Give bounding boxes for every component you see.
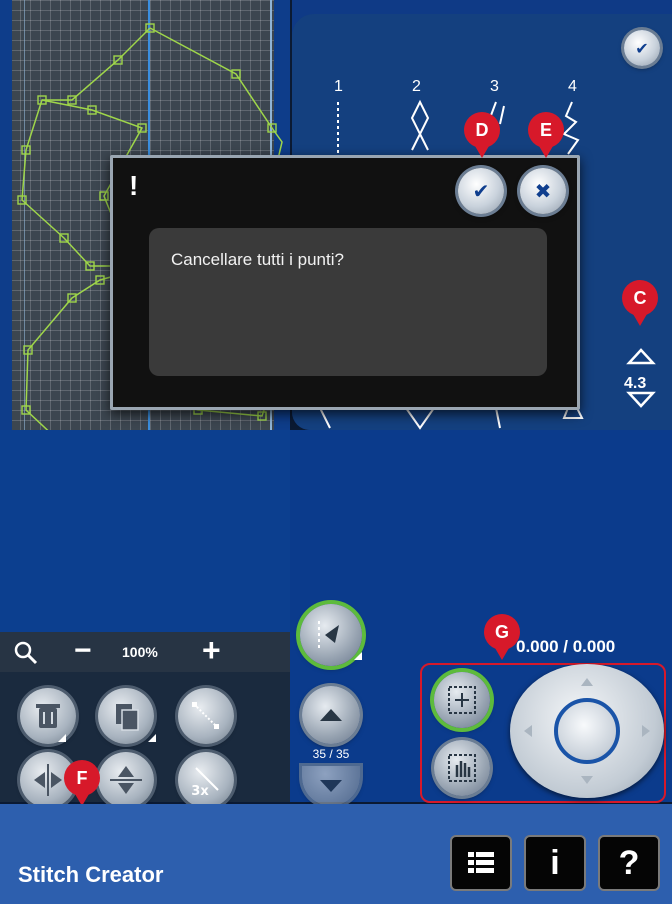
direction-center-button[interactable]: [554, 698, 620, 764]
density-increase-button[interactable]: [626, 346, 656, 366]
dialog-message-box: Cancellare tutti i punti?: [149, 228, 547, 376]
triangle-down-icon: [626, 391, 656, 408]
info-button[interactable]: i: [524, 835, 586, 891]
zoom-bar: − 100% +: [0, 632, 290, 672]
arrow-right-icon: [642, 725, 650, 737]
direction-wheel[interactable]: [510, 664, 664, 798]
dialog-message: Cancellare tutti i punti?: [171, 250, 344, 269]
checkmark-icon: ✔: [472, 179, 490, 203]
arrow-down-icon: [581, 776, 593, 784]
callout-g: G: [484, 614, 520, 660]
insert-point-button[interactable]: [178, 688, 234, 744]
stitch-number-2: 2: [412, 78, 421, 95]
close-icon: ✖: [534, 179, 552, 203]
stitch-number-3: 3: [490, 78, 499, 95]
menu-list-icon: [468, 852, 494, 873]
density-decrease-button[interactable]: [626, 390, 656, 410]
help-button[interactable]: ?: [598, 835, 660, 891]
dialog-confirm-button[interactable]: ✔: [458, 168, 504, 214]
position-coordinates: 0.000 / 0.000: [516, 637, 616, 656]
move-selection-button[interactable]: [434, 672, 490, 728]
dialog-cancel-button[interactable]: ✖: [520, 168, 566, 214]
triple-stitch-label: 3x: [191, 784, 209, 799]
duplicate-button[interactable]: [98, 688, 154, 744]
zoom-level: 100%: [122, 644, 158, 660]
stitch-number-4: 4: [568, 78, 577, 95]
callout-e: E: [528, 112, 564, 158]
magnifier-icon[interactable]: [14, 641, 38, 665]
mirror-end-to-end-button[interactable]: [98, 752, 154, 808]
insert-point-icon: [192, 702, 219, 729]
arrow-down-icon: [320, 780, 342, 792]
triple-stitch-icon: [195, 767, 219, 791]
duplicate-submenu-indicator: [148, 734, 156, 742]
triple-stitch-button[interactable]: 3x: [178, 752, 234, 808]
zoom-in-button[interactable]: +: [202, 632, 221, 669]
delete-submenu-indicator: [58, 734, 66, 742]
app-title: Stitch Creator: [18, 862, 164, 887]
warning-icon: !: [129, 170, 139, 201]
move-selection-icon: [448, 686, 476, 714]
callout-d: D: [464, 112, 500, 158]
confirm-stitch-button[interactable]: ✔: [624, 30, 660, 66]
pan-icon: [448, 754, 476, 782]
delete-confirmation-dialog: ! Cancellare tutti i punti?: [110, 155, 580, 410]
select-mode-submenu-indicator: [354, 652, 362, 660]
callout-f: F: [64, 760, 100, 806]
callout-c: C: [622, 280, 658, 326]
arrow-left-icon: [524, 725, 532, 737]
duplicate-icon: [116, 704, 139, 731]
stitch-number-1: 1: [334, 78, 343, 95]
select-point-icon: [318, 621, 339, 649]
zoom-out-button[interactable]: −: [74, 634, 92, 668]
triangle-up-icon: [626, 348, 656, 365]
trash-icon: [36, 704, 60, 728]
arrow-up-icon: [581, 678, 593, 686]
menu-button[interactable]: [450, 835, 512, 891]
stitch-counter: 35 / 35: [312, 747, 350, 761]
select-point-mode-button[interactable]: [300, 604, 362, 666]
checkmark-icon: ✔: [635, 38, 649, 58]
delete-button[interactable]: [20, 688, 76, 744]
mirror-end-to-end-icon: [110, 766, 142, 794]
arrow-up-icon: [320, 709, 342, 721]
previous-stitch-button[interactable]: [302, 686, 360, 744]
pan-button[interactable]: [434, 740, 490, 796]
